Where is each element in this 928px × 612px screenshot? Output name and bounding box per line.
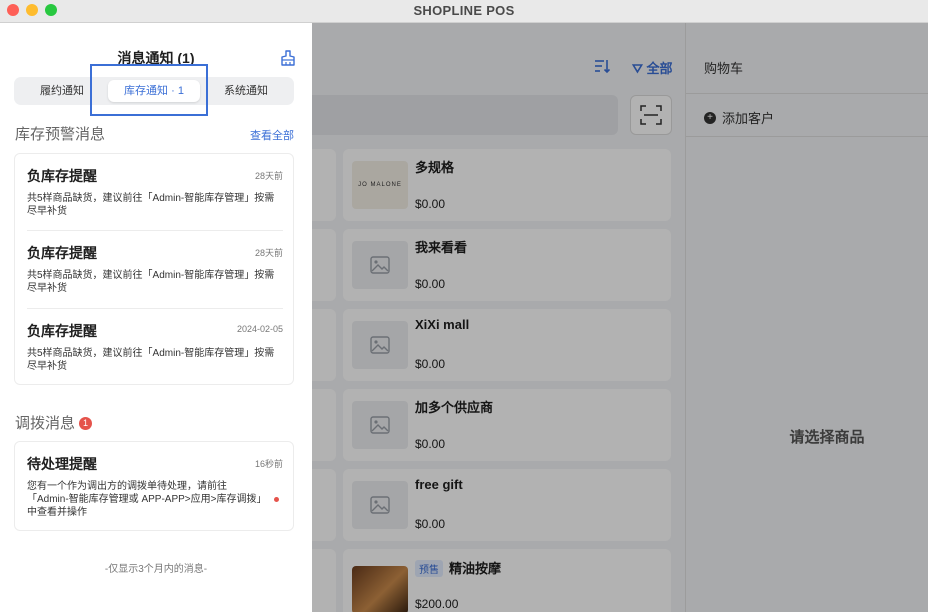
transfer-section-label: 调拨消息 (15, 415, 76, 432)
window-titlebar: SHOPLINE POS (0, 0, 928, 23)
notification-time: 16秒前 (254, 459, 283, 469)
footer-note: -仅显示3个月内的消息- (104, 564, 208, 575)
inventory-section-heading: 库存预警消息 (15, 126, 106, 143)
notification-title: 负库存提醒 (27, 168, 97, 184)
tab-system[interactable]: 系统通知 (202, 80, 290, 102)
notification-drawer: 消息通知 (1) 履约通知 库存通知 · 1 系统通知 库存预警消息 查看全部 … (0, 23, 312, 612)
unread-dot (274, 497, 279, 502)
notification-body: 您有一个作为调出方的调拨单待处理，请前往「Admin-智能库存管理或 APP-A… (27, 481, 267, 518)
divider (27, 230, 283, 231)
transfer-notification-list: 待处理提醒 16秒前 您有一个作为调出方的调拨单待处理，请前往「Admin-智能… (14, 441, 294, 531)
notification-body: 共5样商品缺货，建议前往「Admin-智能库存管理」按需尽早补货 (27, 270, 275, 294)
notification-title: 待处理提醒 (27, 456, 97, 472)
notification-time: 2024-02-05 (236, 324, 283, 334)
notification-body: 共5样商品缺货，建议前往「Admin-智能库存管理」按需尽早补货 (27, 193, 275, 217)
unread-count-badge: 1 (79, 417, 93, 430)
notification-time: 28天前 (254, 171, 283, 181)
notification-time: 28天前 (254, 248, 283, 258)
view-all-link[interactable]: 查看全部 (250, 127, 294, 143)
notification-title: 负库存提醒 (27, 323, 97, 339)
notification-body: 共5样商品缺货，建议前往「Admin-智能库存管理」按需尽早补货 (27, 348, 275, 372)
clear-broom-icon[interactable] (280, 50, 296, 66)
transfer-section-heading: 调拨消息 1 (15, 412, 93, 433)
modal-backdrop[interactable] (312, 23, 928, 612)
notification-title: 负库存提醒 (27, 245, 97, 261)
tab-highlight-outline (90, 64, 208, 116)
window-title: SHOPLINE POS (413, 3, 515, 18)
divider (27, 308, 283, 309)
inventory-notification-list: 负库存提醒 28天前 共5样商品缺货，建议前往「Admin-智能库存管理」按需尽… (14, 153, 294, 385)
